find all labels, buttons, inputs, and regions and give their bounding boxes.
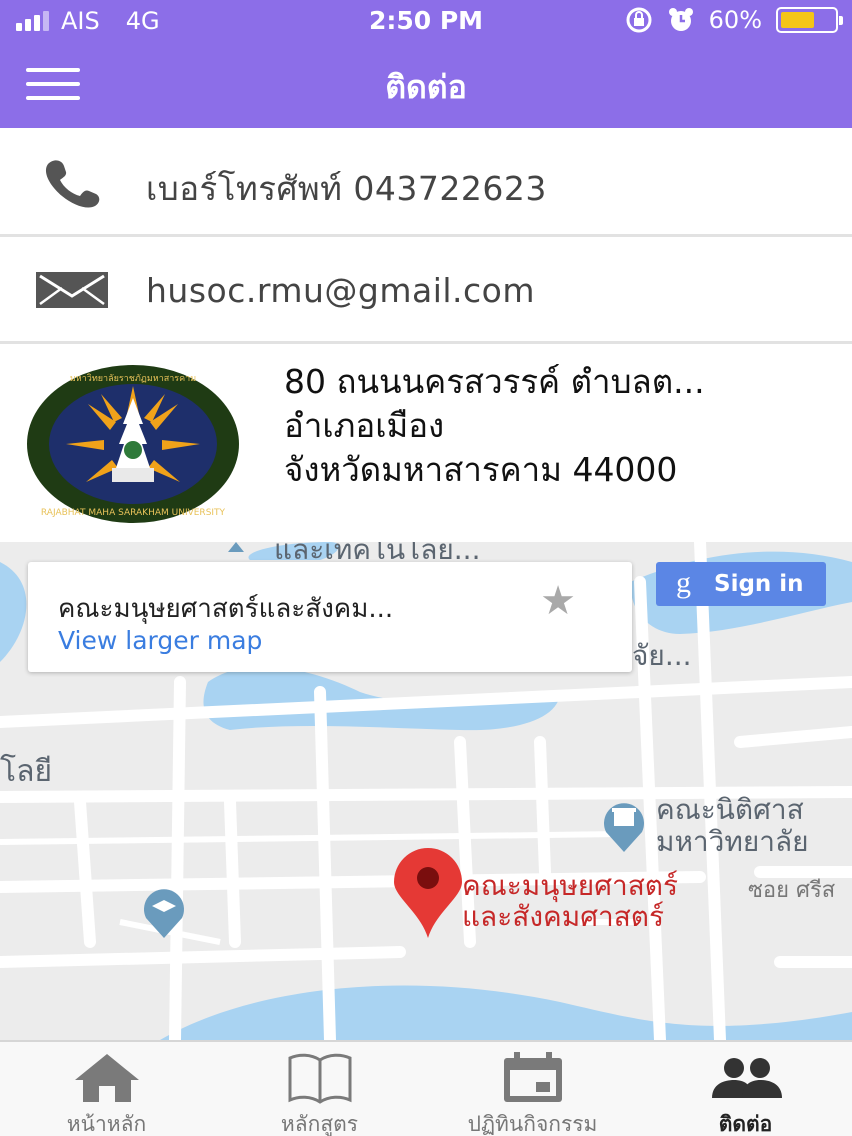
- map-label-left: โลยี: [0, 754, 53, 789]
- embedded-map[interactable]: และเทคโนโลย... จัย... โลยี คณะนิติศาส มห…: [0, 542, 852, 1040]
- address-line-3: จังหวัดมหาสารคาม 44000: [284, 450, 678, 489]
- phone-number: เบอร์โทรศัพท์ 043722623: [146, 169, 547, 208]
- map-label-right: จัย...: [632, 639, 692, 672]
- tab-contact-label: ติดต่อ: [718, 1112, 773, 1136]
- address-row: มหาวิทยาลัยราชภัฏมหาสารคาม RAJABHAT MAHA…: [0, 344, 852, 542]
- phone-row[interactable]: เบอร์โทรศัพท์ 043722623: [0, 128, 852, 237]
- tab-courses[interactable]: หลักสูตร: [213, 1042, 426, 1136]
- email-address: husoc.rmu@gmail.com: [146, 271, 536, 310]
- email-row[interactable]: husoc.rmu@gmail.com: [0, 237, 852, 344]
- address-line-2: อำเภอเมือง: [284, 406, 445, 445]
- tab-courses-label: หลักสูตร: [280, 1112, 359, 1136]
- sign-in-label: Sign in: [714, 571, 804, 597]
- status-bar: AIS 4G 2:50 PM 60%: [0, 0, 852, 42]
- battery-icon: [776, 7, 843, 33]
- address-line-1: 80 ถนนนครสวรรค์ ตำบลต...: [284, 362, 705, 401]
- faculty-law-marker[interactable]: [604, 803, 644, 852]
- google-icon: g: [676, 566, 691, 599]
- logo-text-top: มหาวิทยาลัยราชภัฏมหาสารคาม: [70, 373, 196, 384]
- star-icon[interactable]: ★: [540, 578, 576, 624]
- view-larger-map-link[interactable]: View larger map: [58, 626, 262, 655]
- location-pin[interactable]: [394, 848, 462, 938]
- logo-text-bottom: RAJABHAT MAHA SARAKHAM UNIVERSITY: [41, 508, 226, 518]
- people-icon: [711, 1058, 782, 1098]
- tab-calendar-label: ปฏิทินกิจกรรม: [467, 1112, 598, 1136]
- page-title: ติดต่อ: [385, 68, 467, 106]
- map-law-label: คณะนิติศาส มหาวิทยาลัย: [656, 794, 809, 858]
- map-info-card: คณะมนุษยศาสตร์และสังคม... View larger ma…: [28, 562, 632, 672]
- road-label: ซอย ศรีส: [748, 878, 836, 903]
- tab-home-label: หน้าหลัก: [66, 1112, 147, 1136]
- alarm-icon: [668, 8, 693, 31]
- tab-contact[interactable]: ติดต่อ: [639, 1042, 852, 1136]
- phone-icon: [45, 160, 100, 208]
- calendar-icon: [503, 1052, 562, 1102]
- rotation-lock-icon: [626, 7, 652, 33]
- pin-label-line-2: และสังคมศาสตร์: [462, 900, 665, 933]
- tab-home[interactable]: หน้าหลัก: [0, 1042, 213, 1136]
- top-bar: AIS 4G 2:50 PM 60% ติดต่อ: [0, 0, 852, 128]
- book-icon: [288, 1053, 351, 1104]
- address-block: 80 ถนนนครสวรรค์ ตำบลต... อำเภอเมือง จังห…: [284, 360, 705, 492]
- map-place-name: คณะมนุษยศาสตร์และสังคม...: [58, 594, 394, 624]
- bottom-tab-bar: หน้าหลัก หลักสูตร ปฏิทินกิจกรรม ติดต่อ: [0, 1040, 852, 1136]
- tab-calendar[interactable]: ปฏิทินกิจกรรม: [426, 1042, 639, 1136]
- law-label-line-2: มหาวิทยาลัย: [656, 825, 809, 858]
- mail-icon: [36, 272, 108, 308]
- university-logo: มหาวิทยาลัยราชภัฏมหาสารคาม RAJABHAT MAHA…: [27, 365, 239, 523]
- law-label-line-1: คณะนิติศาส: [656, 793, 804, 826]
- pin-label-line-1: คณะมนุษยศาสตร์: [462, 869, 679, 902]
- pin-label: คณะมนุษยศาสตร์ และสังคมศาสตร์: [462, 870, 678, 932]
- home-icon: [74, 1054, 139, 1102]
- sign-in-button[interactable]: g Sign in: [656, 562, 826, 606]
- battery-percent: 60%: [708, 6, 762, 34]
